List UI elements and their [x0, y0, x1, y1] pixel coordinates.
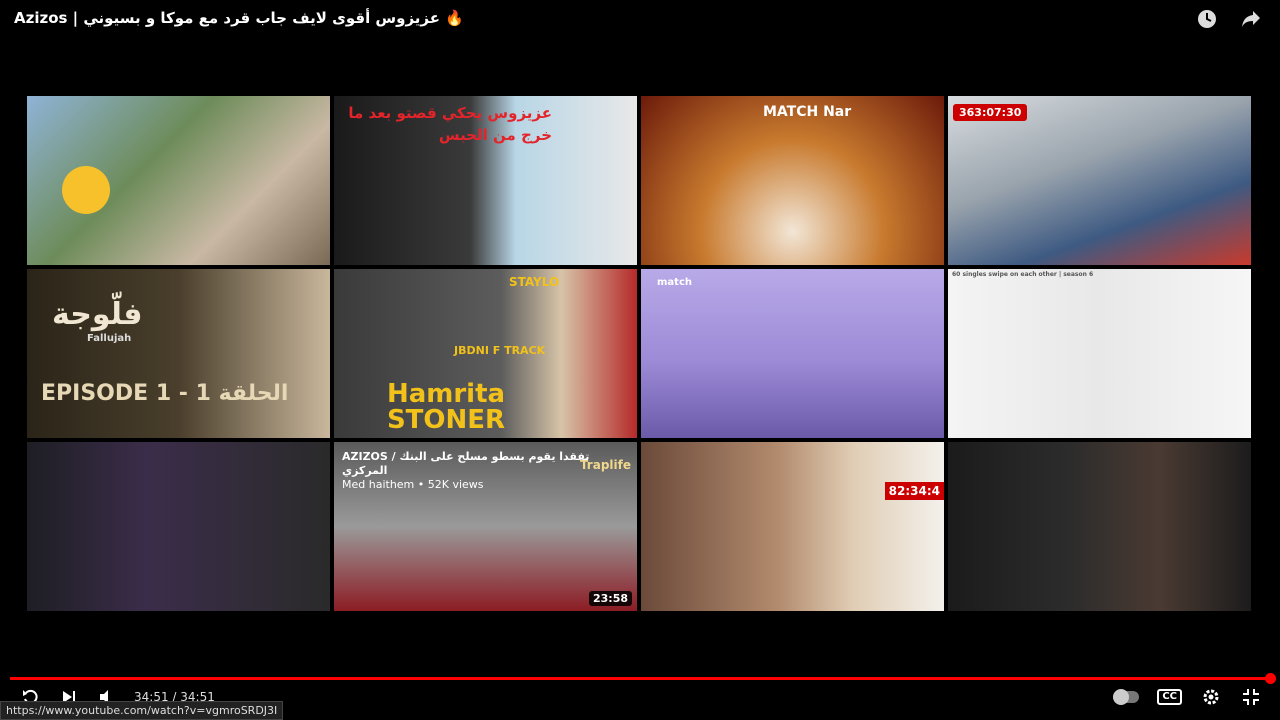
video-tile-4[interactable]: 363:07:30: [948, 96, 1251, 265]
url-tooltip: https://www.youtube.com/watch?v=vgmroSRD…: [0, 701, 284, 720]
video-tile-11[interactable]: 82:34:4: [641, 442, 944, 611]
thumbnail-image: [27, 269, 330, 438]
gear-icon[interactable]: [1200, 686, 1222, 708]
thumbnail-caption: EPISODE 1 - 1 الحلقة: [41, 381, 289, 406]
end-screen-grid: عزيزوس يحكي قصتو بعد ما خرج من الحبس MAT…: [27, 96, 1254, 614]
thumbnail-badge: Traplife: [579, 458, 631, 472]
thumbnail-subtitle: Fallujah: [87, 333, 132, 344]
thumbnail-image: [948, 269, 1251, 438]
thumbnail-image: [641, 96, 944, 265]
live-timer-badge: 363:07:30: [953, 104, 1028, 121]
video-title: Azizos | عزيزوس أقوى لايف جاب قرد مع موك…: [14, 9, 464, 27]
thumbnail-image: [641, 442, 944, 611]
thumbnail-overlay-text: Hamrita STONER: [386, 379, 506, 435]
top-actions: [1196, 8, 1262, 30]
thumbnail-tag: STAYLO: [509, 275, 560, 289]
video-tile-10[interactable]: AZIZOS / تفقدا يقوم بسطو مسلح على البنك …: [334, 442, 637, 611]
video-tile-12[interactable]: [948, 442, 1251, 611]
thumbnail-overlay-text: عزيزوس يحكي قصتو بعد ما خرج من الحبس: [348, 104, 552, 144]
thumbnail-image: [27, 442, 330, 611]
video-tile-7[interactable]: match: [641, 269, 944, 438]
captions-icon[interactable]: CC: [1157, 689, 1182, 705]
progress-bar[interactable]: [10, 677, 1270, 680]
share-arrow-icon[interactable]: [1240, 8, 1262, 30]
live-timer-badge: 82:34:4: [884, 482, 944, 500]
video-tile-1[interactable]: [27, 96, 330, 265]
laughing-emoji-icon: [62, 166, 110, 214]
video-tile-5[interactable]: فلّوجة Fallujah EPISODE 1 - 1 الحلقة: [27, 269, 330, 438]
video-tile-2[interactable]: عزيزوس يحكي قصتو بعد ما خرج من الحبس: [334, 96, 637, 265]
thumbnail-image: [948, 442, 1251, 611]
thumbnail-overlay-text: MATCH Nar: [763, 104, 852, 120]
video-tile-3[interactable]: MATCH Nar: [641, 96, 944, 265]
video-tile-6[interactable]: STAYLO JBDNI F TRACK Hamrita STONER: [334, 269, 637, 438]
thumbnail-overlay-text: match: [657, 277, 692, 288]
duration-badge: 23:58: [588, 591, 632, 606]
channel-views: Med haithem • 52K views: [342, 478, 484, 491]
autoplay-toggle[interactable]: [1113, 689, 1140, 705]
video-tile-9[interactable]: [27, 442, 330, 611]
thumbnail-tag: JBDNI F TRACK: [454, 344, 546, 357]
thumbnail-overlay-text: فلّوجة: [52, 297, 143, 332]
exit-fullscreen-icon[interactable]: [1240, 686, 1262, 708]
thumbnail-image: [948, 96, 1251, 265]
thumbnail-overlay-text: 60 singles swipe on each other | season …: [952, 271, 1094, 278]
progress-scrubber[interactable]: [1265, 673, 1276, 684]
thumbnail-image: [641, 269, 944, 438]
clock-icon[interactable]: [1196, 8, 1218, 30]
video-tile-8[interactable]: 60 singles swipe on each other | season …: [948, 269, 1251, 438]
